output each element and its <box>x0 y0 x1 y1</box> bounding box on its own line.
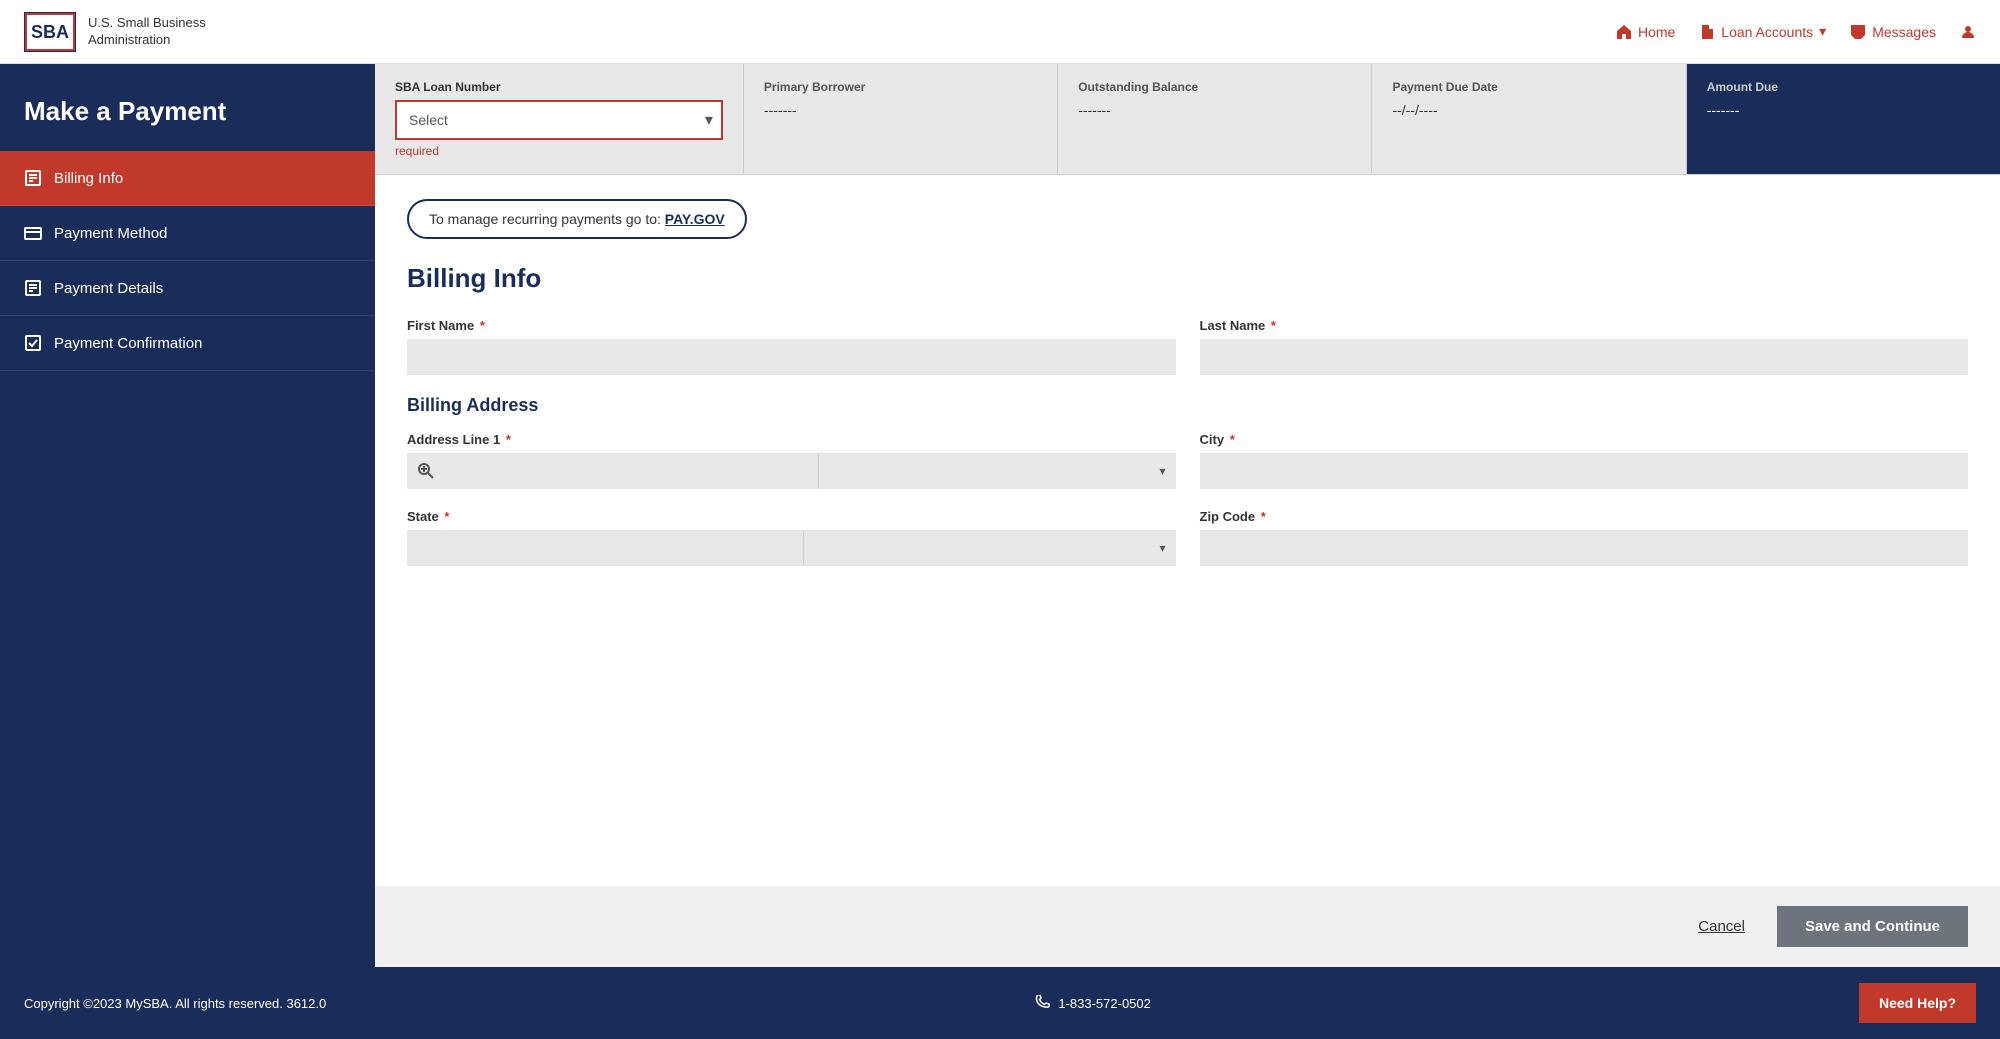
state-zip-row: State * ▾ Zip <box>407 509 1968 566</box>
need-help-button[interactable]: Need Help? <box>1859 983 1976 1023</box>
address-line1-label: Address Line 1 * <box>407 432 1176 447</box>
payment-details-icon <box>24 279 42 297</box>
first-name-input[interactable] <box>407 339 1176 375</box>
zip-code-input[interactable] <box>1200 530 1969 566</box>
zip-code-label: Zip Code * <box>1200 509 1969 524</box>
primary-borrower-cell: Primary Borrower ------- <box>744 64 1058 174</box>
address-line1-required-star: * <box>506 432 511 447</box>
last-name-required-star: * <box>1271 318 1276 333</box>
site-footer: Copyright ©2023 MySBA. All rights reserv… <box>0 967 2000 1039</box>
first-name-label: First Name * <box>407 318 1176 333</box>
outstanding-balance-value: ------- <box>1078 102 1351 118</box>
name-row: First Name * Last Name * <box>407 318 1968 375</box>
save-continue-button[interactable]: Save and Continue <box>1777 906 1968 947</box>
address-city-row: Address Line 1 * <box>407 432 1968 489</box>
payment-method-icon <box>24 224 42 242</box>
first-name-required-star: * <box>480 318 485 333</box>
billing-address-title: Billing Address <box>407 395 1968 416</box>
zip-code-group: Zip Code * <box>1200 509 1969 566</box>
recurring-notice[interactable]: To manage recurring payments go to: PAY.… <box>407 199 747 239</box>
state-group: State * ▾ <box>407 509 1176 566</box>
svg-text:SBA: SBA <box>31 22 69 42</box>
pay-gov-link[interactable]: PAY.GOV <box>665 211 725 227</box>
user-icon <box>1960 24 1976 40</box>
loan-select-wrapper: Select ▾ <box>395 100 723 140</box>
payment-due-date-label: Payment Due Date <box>1392 80 1665 94</box>
payment-due-date-value: --/--/---- <box>1392 102 1665 118</box>
state-select-wrapper: ▾ <box>803 530 1176 566</box>
nav-home[interactable]: Home <box>1616 24 1675 40</box>
loan-info-bar: SBA Loan Number Select ▾ required Primar… <box>375 64 2000 175</box>
amount-due-cell: Amount Due ------- <box>1687 64 2000 174</box>
state-text-input[interactable] <box>407 530 803 566</box>
city-input[interactable] <box>1200 453 1969 489</box>
billing-info-title: Billing Info <box>407 263 1968 294</box>
sba-loan-number-label: SBA Loan Number <box>395 80 723 94</box>
first-name-group: First Name * <box>407 318 1176 375</box>
nav-loan-accounts[interactable]: Loan Accounts ▾ <box>1699 23 1826 40</box>
chevron-down-icon: ▾ <box>1819 23 1826 40</box>
last-name-group: Last Name * <box>1200 318 1969 375</box>
cancel-button[interactable]: Cancel <box>1682 908 1761 945</box>
address-line1-group: Address Line 1 * <box>407 432 1176 489</box>
logo-area: SBA U.S. Small Business Administration <box>24 12 206 52</box>
payment-confirmation-icon <box>24 334 42 352</box>
state-required-star: * <box>444 509 449 524</box>
address-text-input[interactable] <box>445 453 818 489</box>
outstanding-balance-label: Outstanding Balance <box>1078 80 1351 94</box>
address-input-group: ▾ <box>407 453 1176 489</box>
address-select-wrapper: ▾ <box>818 453 1176 489</box>
main-layout: Make a Payment Billing Info Payment Meth… <box>0 64 2000 967</box>
top-nav: Home Loan Accounts ▾ Messages <box>1616 23 1976 40</box>
sba-loan-number-cell: SBA Loan Number Select ▾ required <box>375 64 744 174</box>
city-group: City * <box>1200 432 1969 489</box>
sba-logo-icon: SBA <box>24 12 76 52</box>
org-name: U.S. Small Business Administration <box>88 15 206 49</box>
sidebar-title: Make a Payment <box>0 64 375 151</box>
message-icon <box>1850 24 1866 40</box>
last-name-input[interactable] <box>1200 339 1969 375</box>
primary-borrower-label: Primary Borrower <box>764 80 1037 94</box>
action-bar: Cancel Save and Continue <box>375 886 2000 967</box>
sidebar-item-payment-confirmation[interactable]: Payment Confirmation <box>0 316 375 371</box>
zip-code-required-star: * <box>1261 509 1266 524</box>
city-required-star: * <box>1230 432 1235 447</box>
home-icon <box>1616 24 1632 40</box>
sba-loan-number-select[interactable]: Select <box>395 100 723 140</box>
sidebar-nav: Billing Info Payment Method Payment Deta… <box>0 151 375 371</box>
primary-borrower-value: ------- <box>764 102 1037 118</box>
amount-due-label: Amount Due <box>1707 80 1980 94</box>
city-label: City * <box>1200 432 1969 447</box>
amount-due-value: ------- <box>1707 102 1980 118</box>
required-text: required <box>395 144 723 158</box>
sidebar-item-billing-info[interactable]: Billing Info <box>0 151 375 206</box>
document-icon <box>1699 24 1715 40</box>
footer-phone-number: 1-833-572-0502 <box>1058 996 1151 1011</box>
billing-info-icon <box>24 169 42 187</box>
form-area: To manage recurring payments go to: PAY.… <box>375 175 2000 886</box>
address-dropdown[interactable] <box>819 453 1176 489</box>
address-search-icon <box>407 453 445 489</box>
copyright-text: Copyright ©2023 MySBA. All rights reserv… <box>24 996 326 1011</box>
payment-due-date-cell: Payment Due Date --/--/---- <box>1372 64 1686 174</box>
footer-phone: 1-833-572-0502 <box>1034 995 1151 1011</box>
outstanding-balance-cell: Outstanding Balance ------- <box>1058 64 1372 174</box>
state-dropdown[interactable] <box>804 530 1176 566</box>
site-header: SBA U.S. Small Business Administration H… <box>0 0 2000 64</box>
phone-icon <box>1034 995 1050 1011</box>
sidebar-item-payment-method[interactable]: Payment Method <box>0 206 375 261</box>
sidebar: Make a Payment Billing Info Payment Meth… <box>0 64 375 967</box>
sidebar-item-payment-details[interactable]: Payment Details <box>0 261 375 316</box>
state-input-group: ▾ <box>407 530 1176 566</box>
nav-messages[interactable]: Messages <box>1850 24 1936 40</box>
state-label: State * <box>407 509 1176 524</box>
last-name-label: Last Name * <box>1200 318 1969 333</box>
nav-user[interactable] <box>1960 24 1976 40</box>
content-area: SBA Loan Number Select ▾ required Primar… <box>375 64 2000 967</box>
